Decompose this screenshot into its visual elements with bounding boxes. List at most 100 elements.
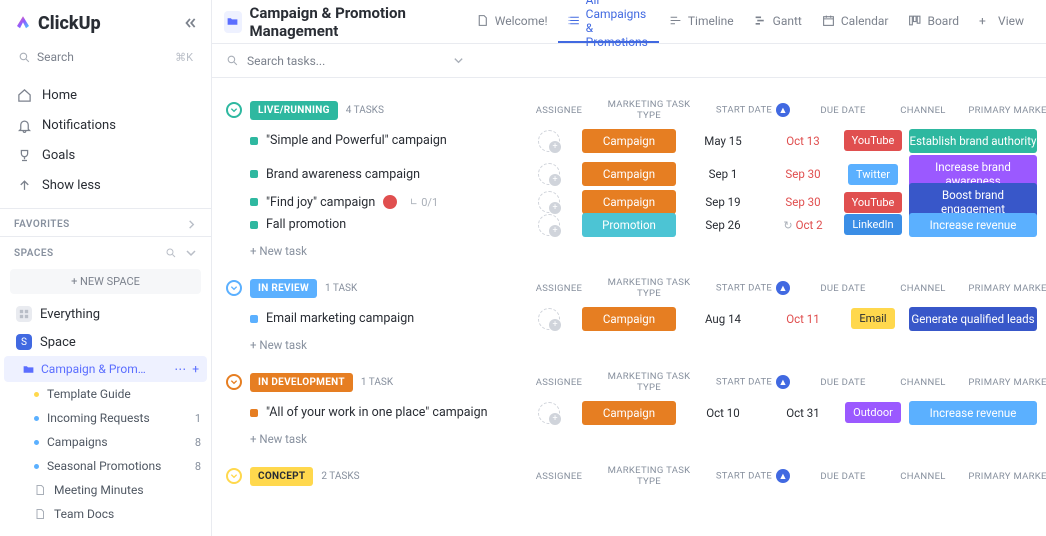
channel-chip[interactable]: YouTube xyxy=(844,192,903,213)
brand-logo[interactable]: ClickUp xyxy=(14,13,101,34)
goal-chip[interactable]: Establish brand authority xyxy=(909,129,1037,153)
status-pill[interactable]: CONCEPT xyxy=(250,467,313,486)
task-row[interactable]: Brand awareness campaignCampaignSep 1Sep… xyxy=(226,154,1036,182)
due-date[interactable]: Sep 30 xyxy=(768,167,838,181)
search-icon[interactable] xyxy=(165,247,177,259)
type-tag[interactable]: Campaign xyxy=(582,401,676,425)
view-tab[interactable]: Welcome! xyxy=(466,0,558,43)
col-start[interactable]: START DATE▲ xyxy=(708,281,798,295)
new-task-button[interactable]: + New task xyxy=(226,238,1036,258)
collapse-group-button[interactable] xyxy=(226,468,242,484)
status-pill[interactable]: IN REVIEW xyxy=(250,279,317,298)
clickup-logo-icon xyxy=(14,14,32,32)
start-date[interactable]: May 15 xyxy=(678,134,768,148)
col-type: MARKETING TASK TYPE xyxy=(600,99,698,121)
more-icon[interactable]: ⋯ xyxy=(174,362,186,376)
task-row[interactable]: "Simple and Powerful" campaignCampaignMa… xyxy=(226,126,1036,154)
task-row[interactable]: "All of your work in one place" campaign… xyxy=(226,398,1036,426)
spaces-section: SPACES xyxy=(0,237,211,265)
assignee-add-button[interactable] xyxy=(538,308,560,330)
space-item[interactable]: SSpace xyxy=(6,328,205,356)
collapse-group-button[interactable] xyxy=(226,280,242,296)
nav-goals[interactable]: Goals xyxy=(6,140,205,170)
collapse-sidebar-button[interactable] xyxy=(183,16,197,30)
sidebar-leaf[interactable]: Seasonal Promotions8 xyxy=(0,454,211,478)
task-title: "All of your work in one place" campaign xyxy=(266,405,488,420)
collapse-group-button[interactable] xyxy=(226,102,242,118)
start-date[interactable]: Aug 14 xyxy=(678,312,768,326)
sort-asc-icon: ▲ xyxy=(776,281,790,295)
task-title: Email marketing campaign xyxy=(266,311,414,326)
page-title: Campaign & Promotion Management xyxy=(250,4,448,40)
everything-item[interactable]: Everything xyxy=(6,300,205,328)
folder-campaign-promotion[interactable]: Campaign & Promotion M… ⋯ + xyxy=(4,356,207,382)
collapse-group-button[interactable] xyxy=(226,374,242,390)
start-date[interactable]: Sep 1 xyxy=(678,167,768,181)
channel-chip[interactable]: YouTube xyxy=(844,130,903,151)
assignee-add-button[interactable] xyxy=(538,191,560,213)
sidebar-leaf[interactable]: Incoming Requests1 xyxy=(0,406,211,430)
col-assignee: ASSIGNEE xyxy=(528,105,590,116)
type-tag[interactable]: Campaign xyxy=(582,129,676,153)
nav-home[interactable]: Home xyxy=(6,80,205,110)
assignee-add-button[interactable] xyxy=(538,402,560,424)
view-tab[interactable]: Timeline xyxy=(659,0,744,43)
sort-asc-icon: ▲ xyxy=(776,375,790,389)
start-date[interactable]: Oct 10 xyxy=(678,406,768,420)
due-date[interactable]: Sep 30 xyxy=(768,195,838,209)
channel-chip[interactable]: LinkedIn xyxy=(844,214,901,235)
sidebar-leaf[interactable]: Template Guide xyxy=(0,382,211,406)
channel-chip[interactable]: Outdoor xyxy=(845,402,901,423)
new-space-button[interactable]: + NEW SPACE xyxy=(10,269,201,294)
assignee-add-button[interactable] xyxy=(538,163,560,185)
view-tab[interactable]: Gantt xyxy=(744,0,812,43)
sidebar-leaf[interactable]: Team Docs xyxy=(0,502,211,526)
col-goal: PRIMARY MARKETING GOAL xyxy=(968,105,1046,116)
type-tag[interactable]: Campaign xyxy=(582,190,676,214)
task-search-input[interactable]: Search tasks... xyxy=(247,54,325,68)
due-date[interactable]: Oct 31 xyxy=(768,406,838,420)
nav-show-less[interactable]: Show less xyxy=(6,170,205,200)
task-row[interactable]: "Find joy" campaign 0/1CampaignSep 19Sep… xyxy=(226,182,1036,210)
due-date[interactable]: ↻Oct 2 xyxy=(768,218,838,232)
assignee-add-button[interactable] xyxy=(538,130,560,152)
due-date[interactable]: Oct 13 xyxy=(768,134,838,148)
view-tab[interactable]: All Campaigns & Promotions xyxy=(558,0,659,43)
type-tag[interactable]: Campaign xyxy=(582,162,676,186)
start-date[interactable]: Sep 26 xyxy=(678,218,768,232)
channel-chip[interactable]: Twitter xyxy=(848,164,898,185)
sidebar-leaf[interactable]: Campaigns8 xyxy=(0,430,211,454)
sidebar-search[interactable]: Search ⌘K xyxy=(10,44,201,70)
view-tab[interactable]: Calendar xyxy=(812,0,899,43)
task-row[interactable]: Email marketing campaign CampaignAug 14Oc… xyxy=(226,304,1036,332)
channel-chip[interactable]: Email xyxy=(851,308,894,329)
col-type: MARKETING TASK TYPE xyxy=(600,465,698,487)
breadcrumb: Campaign & Promotion Management xyxy=(224,4,448,40)
sidebar-nav: Home Notifications Goals Show less xyxy=(0,78,211,208)
new-task-button[interactable]: + New task xyxy=(226,426,1036,446)
chevron-down-icon[interactable] xyxy=(185,247,197,259)
sidebar-leaf[interactable]: Meeting Minutes xyxy=(0,478,211,502)
type-tag[interactable]: Promotion xyxy=(582,213,676,237)
col-start[interactable]: START DATE▲ xyxy=(708,375,798,389)
chevron-right-icon xyxy=(186,219,197,230)
plus-icon[interactable]: + xyxy=(192,362,199,376)
task-row[interactable]: Fall promotionPromotionSep 26↻Oct 2Linke… xyxy=(226,210,1036,238)
chevron-down-icon[interactable] xyxy=(453,55,464,66)
favorites-section[interactable]: FAVORITES xyxy=(0,209,211,236)
start-date[interactable]: Sep 19 xyxy=(678,195,768,209)
nav-notifications[interactable]: Notifications xyxy=(6,110,205,140)
goal-chip[interactable]: Increase revenue xyxy=(909,401,1037,425)
view-tab[interactable]: +View xyxy=(969,0,1034,43)
assignee-add-button[interactable] xyxy=(538,214,560,236)
view-tab[interactable]: Board xyxy=(898,0,969,43)
due-date[interactable]: Oct 11 xyxy=(768,312,838,326)
status-pill[interactable]: LIVE/RUNNING xyxy=(250,101,338,120)
new-task-button[interactable]: + New task xyxy=(226,332,1036,352)
type-tag[interactable]: Campaign xyxy=(582,307,676,331)
status-pill[interactable]: IN DEVELOPMENT xyxy=(250,373,353,392)
goal-chip[interactable]: Increase revenue xyxy=(909,213,1037,237)
goal-chip[interactable]: Generate qualified leads xyxy=(909,307,1037,331)
col-start[interactable]: START DATE▲ xyxy=(708,469,798,483)
col-start[interactable]: START DATE▲ xyxy=(708,103,798,117)
